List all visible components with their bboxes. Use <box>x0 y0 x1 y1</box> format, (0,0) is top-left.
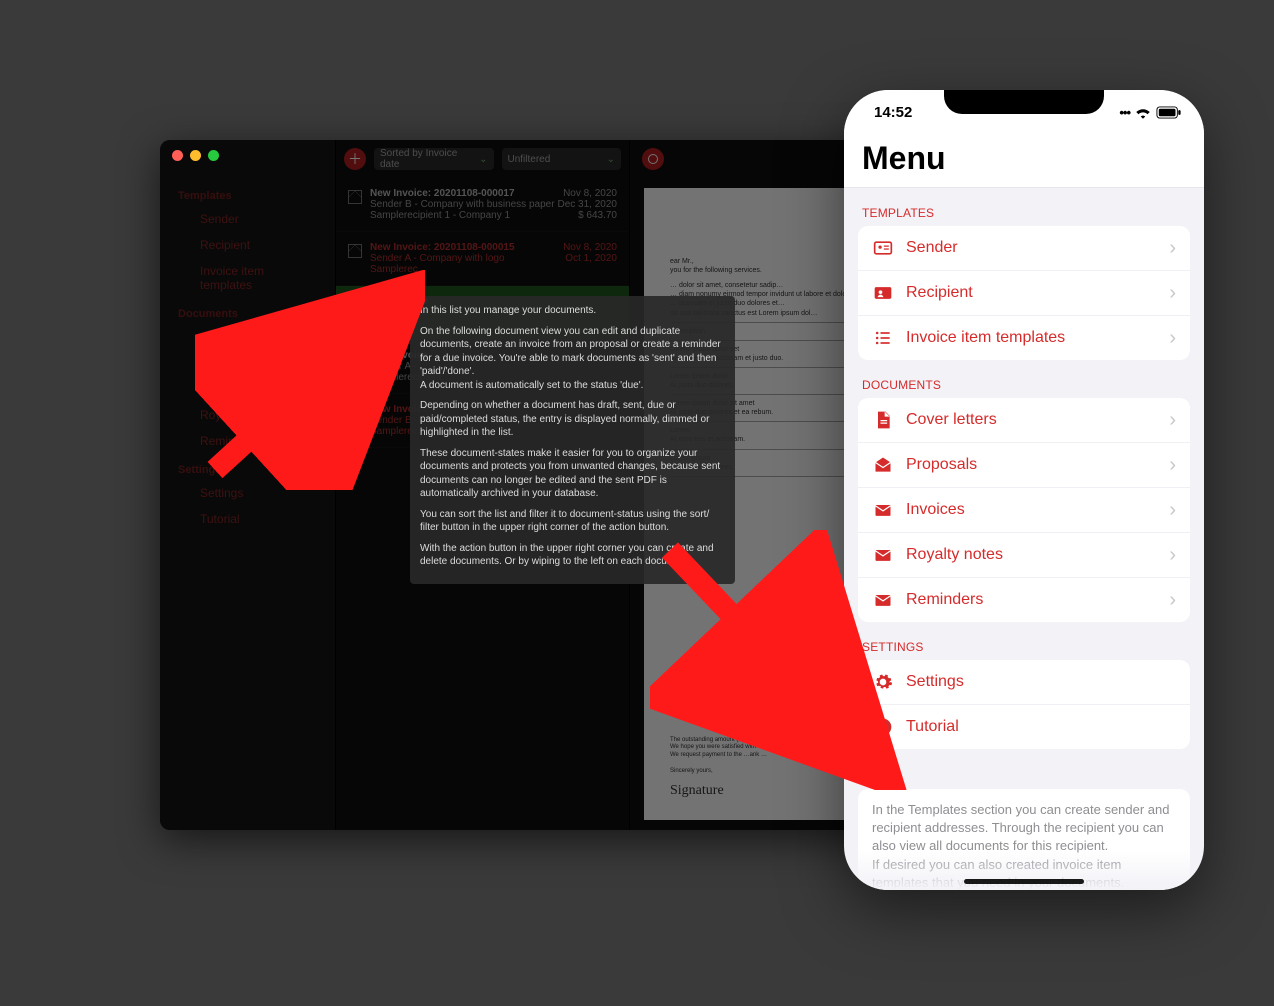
mac-sidebar-item-recipient[interactable]: Recipient <box>170 232 325 258</box>
preview-action-1[interactable] <box>642 148 664 170</box>
envelope-icon <box>178 382 192 396</box>
gear-icon <box>872 671 894 693</box>
mac-sidebar-item-cover-letters[interactable]: Cover letters <box>170 324 325 350</box>
minimize-dot[interactable] <box>190 150 201 161</box>
menu-item-reminders[interactable]: Reminders › <box>858 578 1190 622</box>
menu-item-tutorial[interactable]: Tutorial <box>858 705 1190 749</box>
mac-sidebar: Templates Sender Recipient Invoice item … <box>160 140 335 830</box>
doc-icon <box>872 409 894 431</box>
section-header-templates: TEMPLATES <box>862 206 1186 220</box>
menu-item-invoice-item-templates[interactable]: Invoice item templates › <box>858 316 1190 360</box>
documents-card: Cover letters › Proposals › Invoices › R… <box>858 398 1190 622</box>
iphone-notch <box>944 90 1104 118</box>
chevron-updown-icon: ⌄ <box>479 154 487 165</box>
window-controls <box>172 150 219 161</box>
doc-icon <box>178 330 192 344</box>
envelope-icon <box>872 499 894 521</box>
id-card-icon <box>872 237 894 259</box>
envelope-icon <box>348 298 362 312</box>
menu-item-settings[interactable]: Settings <box>858 660 1190 705</box>
question-icon <box>872 716 894 738</box>
document-list-item[interactable]: New Invoice: 20201108-000017Nov 8, 2020 … <box>336 178 629 232</box>
person-card-icon <box>872 282 894 304</box>
chevron-right-icon: › <box>1169 455 1176 475</box>
sort-dropdown[interactable]: Sorted by Invoice date ⌄ <box>374 148 494 170</box>
mac-sidebar-item-settings[interactable]: Settings <box>170 480 325 506</box>
menu-item-cover-letters[interactable]: Cover letters › <box>858 398 1190 443</box>
help-text-card: In the Templates section you can create … <box>858 789 1190 890</box>
mac-sidebar-item-invoice-item-templates[interactable]: Invoice item templates <box>170 258 325 298</box>
mac-list-toolbar: ＋ Sorted by Invoice date ⌄ Unfiltered ⌄ <box>336 140 629 178</box>
list-icon <box>872 327 894 349</box>
mac-sidebar-item-sender[interactable]: Sender <box>170 206 325 232</box>
chevron-right-icon: › <box>1169 545 1176 565</box>
section-header-settings: SETTINGS <box>862 640 1186 654</box>
mac-sidebar-group-templates: Templates <box>178 190 317 202</box>
chevron-right-icon: › <box>1169 500 1176 520</box>
menu-item-sender[interactable]: Sender › <box>858 226 1190 271</box>
chevron-updown-icon: ⌄ <box>607 154 615 165</box>
envelope-icon <box>348 406 362 420</box>
home-indicator[interactable] <box>964 879 1084 884</box>
settings-card: Settings Tutorial <box>858 660 1190 749</box>
page-title: Menu <box>862 140 1186 177</box>
menu-item-proposals[interactable]: Proposals › <box>858 443 1190 488</box>
menu-item-invoices[interactable]: Invoices › <box>858 488 1190 533</box>
mac-sidebar-item-tutorial[interactable]: Tutorial <box>170 506 325 532</box>
list-icon <box>178 271 192 285</box>
cellular-icon: ••• <box>1119 105 1130 120</box>
chevron-right-icon: › <box>1169 238 1176 258</box>
envelope-icon <box>178 408 192 422</box>
filter-dropdown[interactable]: Unfiltered ⌄ <box>502 148 622 170</box>
iphone-mockup: 14:52 ••• Menu TEMPLATES Sender › Recipi… <box>844 90 1204 890</box>
chevron-right-icon: › <box>1169 328 1176 348</box>
iphone-nav-header: Menu <box>844 134 1204 188</box>
chevron-right-icon: › <box>1169 410 1176 430</box>
envelope-open-icon <box>178 356 192 370</box>
chevron-right-icon: › <box>1169 283 1176 303</box>
section-header-documents: DOCUMENTS <box>862 378 1186 392</box>
section-header-help: HELP <box>862 769 1186 783</box>
mac-sidebar-group-settings: Settings <box>178 464 317 476</box>
gear-icon <box>178 486 192 500</box>
status-time: 14:52 <box>874 104 912 121</box>
wifi-icon <box>1134 105 1152 119</box>
envelope-icon <box>872 544 894 566</box>
mac-sidebar-item-reminders[interactable]: Reminders <box>170 428 325 454</box>
iphone-scroll-content[interactable]: TEMPLATES Sender › Recipient › Invoice i… <box>844 188 1204 890</box>
battery-icon <box>1156 106 1182 119</box>
menu-item-royalty-notes[interactable]: Royalty notes › <box>858 533 1190 578</box>
document-list-item[interactable]: New Invoice: 20201108-000015Nov 8, 2020 … <box>336 232 629 286</box>
envelope-open-icon <box>872 454 894 476</box>
question-icon <box>178 512 192 526</box>
envelope-icon <box>348 352 362 366</box>
chevron-right-icon: › <box>1169 590 1176 610</box>
envelope-icon <box>348 190 362 204</box>
menu-item-recipient[interactable]: Recipient › <box>858 271 1190 316</box>
mac-sidebar-item-royalty-notes[interactable]: Royalty notes <box>170 402 325 428</box>
mac-help-tooltip: In this list you manage your documents. … <box>410 296 735 584</box>
envelope-icon <box>872 589 894 611</box>
person-card-icon <box>178 238 192 252</box>
templates-card: Sender › Recipient › Invoice item templa… <box>858 226 1190 360</box>
envelope-icon <box>348 244 362 258</box>
mac-sidebar-item-invoices[interactable]: Invoices <box>170 376 325 402</box>
add-document-button[interactable]: ＋ <box>344 148 366 170</box>
mac-sidebar-item-proposals[interactable]: Proposals <box>170 350 325 376</box>
close-dot[interactable] <box>172 150 183 161</box>
id-card-icon <box>178 212 192 226</box>
mac-sidebar-group-documents: Documents <box>178 308 317 320</box>
zoom-dot[interactable] <box>208 150 219 161</box>
envelope-icon <box>178 434 192 448</box>
